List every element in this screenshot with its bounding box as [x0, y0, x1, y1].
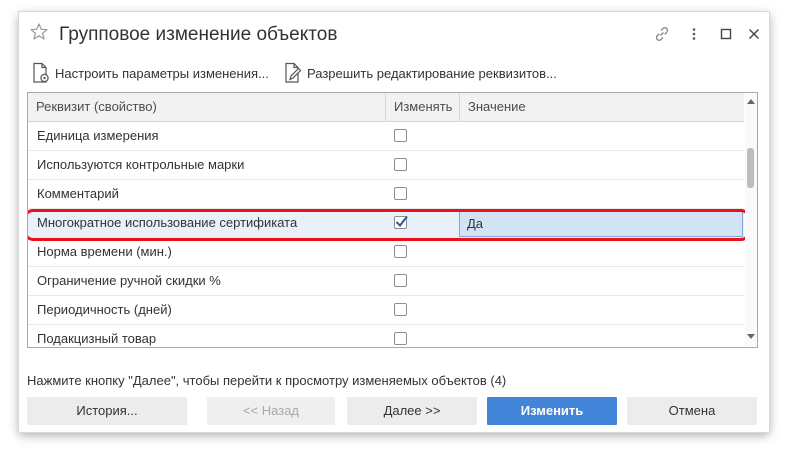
back-button[interactable]: << Назад	[207, 397, 335, 425]
window-title: Групповое изменение объектов	[59, 24, 338, 45]
table-row[interactable]: Единица измерения	[28, 122, 744, 151]
change-checkbox[interactable]	[394, 187, 407, 200]
toolbar: Настроить параметры изменения... Разреши…	[29, 61, 759, 85]
change-checkbox[interactable]	[394, 274, 407, 287]
table-header: Реквизит (свойство) Изменять Значение	[28, 93, 744, 122]
apply-button[interactable]: Изменить	[487, 397, 617, 425]
change-checkbox-checked[interactable]	[394, 215, 408, 229]
column-value-header[interactable]: Значение	[459, 93, 744, 121]
attributes-table: Реквизит (свойство) Изменять Значение Ед…	[27, 92, 758, 348]
scroll-up-arrow-icon[interactable]	[745, 95, 757, 107]
attribute-name: Многократное использование сертификата	[37, 215, 298, 230]
value-field[interactable]: Да	[459, 209, 743, 237]
title-bar: Групповое изменение объектов	[19, 12, 769, 56]
change-checkbox[interactable]	[394, 303, 407, 316]
more-icon[interactable]	[684, 24, 704, 44]
table-row[interactable]: Используются контрольные марки	[28, 151, 744, 180]
attribute-name: Подакцизный товар	[37, 331, 157, 346]
change-checkbox[interactable]	[394, 158, 407, 171]
change-checkbox[interactable]	[394, 129, 407, 142]
scroll-thumb[interactable]	[747, 148, 754, 188]
change-checkbox[interactable]	[394, 245, 407, 258]
table-row[interactable]: Комментарий	[28, 180, 744, 209]
document-edit-icon	[285, 62, 302, 83]
cancel-button[interactable]: Отмена	[627, 397, 757, 425]
table-row[interactable]: Норма времени (мин.)	[28, 238, 744, 267]
column-attribute-header[interactable]: Реквизит (свойство)	[28, 93, 385, 121]
maximize-icon[interactable]	[716, 24, 736, 44]
table-row[interactable]: Периодичность (дней)	[28, 296, 744, 325]
attribute-name: Единица измерения	[37, 128, 159, 143]
table-row[interactable]: Подакцизный товар	[28, 325, 744, 347]
attribute-name: Используются контрольные марки	[37, 157, 245, 172]
close-icon[interactable]	[744, 24, 764, 44]
hint-text: Нажмите кнопку "Далее", чтобы перейти к …	[27, 373, 507, 388]
table-row[interactable]: Ограничение ручной скидки %	[28, 267, 744, 296]
group-edit-dialog: Групповое изменение объектов Настроить п…	[19, 12, 769, 432]
allow-edit-attributes-label: Разрешить редактирование реквизитов...	[307, 65, 557, 81]
scroll-down-arrow-icon[interactable]	[745, 331, 757, 343]
attribute-name: Периодичность (дней)	[37, 302, 172, 317]
attribute-name: Ограничение ручной скидки %	[37, 273, 221, 288]
configure-parameters-label: Настроить параметры изменения...	[55, 65, 269, 81]
vertical-scrollbar[interactable]	[745, 93, 757, 347]
next-button[interactable]: Далее >>	[347, 397, 477, 425]
star-icon[interactable]	[29, 22, 49, 42]
document-settings-icon	[33, 62, 49, 83]
attribute-name: Норма времени (мин.)	[37, 244, 172, 259]
allow-edit-attributes-button[interactable]: Разрешить редактирование реквизитов...	[283, 61, 557, 85]
history-button[interactable]: История...	[27, 397, 187, 425]
change-checkbox[interactable]	[394, 332, 407, 345]
checkmark-icon	[395, 215, 408, 228]
configure-parameters-button[interactable]: Настроить параметры изменения...	[31, 61, 269, 85]
attribute-name: Комментарий	[37, 186, 119, 201]
column-change-header[interactable]: Изменять	[385, 93, 459, 121]
link-icon[interactable]	[652, 24, 672, 44]
table-row-selected[interactable]: Многократное использование сертификата Д…	[28, 209, 750, 241]
